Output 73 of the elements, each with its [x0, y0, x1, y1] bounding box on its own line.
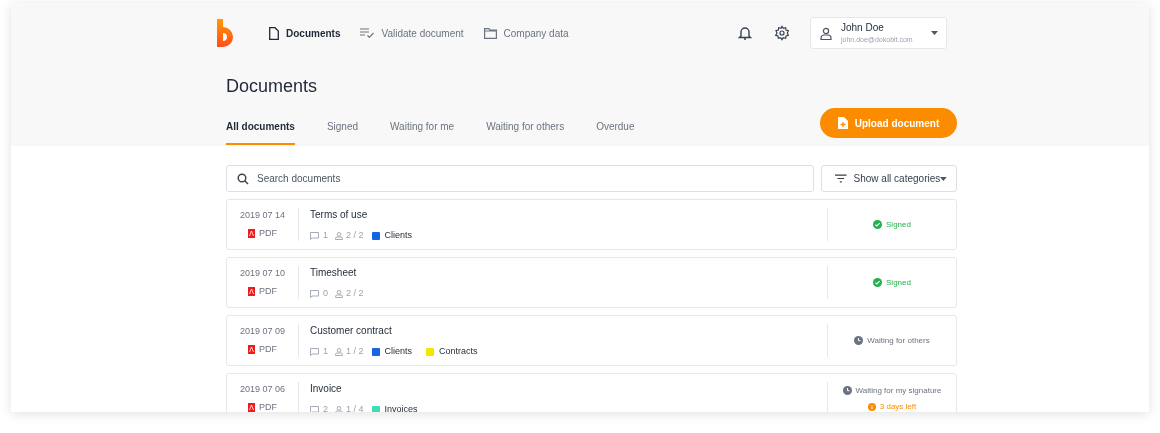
tab[interactable]: Waiting for me — [390, 109, 455, 145]
document-row[interactable]: 2019 07 06 PDF Invoice 2 1 / 4 Invoices Waiting for my signature 3 days left — [226, 373, 957, 412]
category-filter-dropdown[interactable]: Show all categories — [821, 165, 957, 192]
signer-count: 2 / 2 — [346, 286, 364, 300]
tab[interactable]: Signed — [326, 109, 359, 145]
document-title: Customer contract — [310, 323, 393, 338]
clock-icon — [854, 336, 864, 345]
tag-label: Clients — [384, 344, 413, 358]
document-row[interactable]: 2019 07 09 PDF Customer contract 1 1 / 2 Clients Contracts Waiting for others — [226, 315, 957, 366]
document-date: 2019 07 10 — [239, 266, 285, 280]
user-icon — [820, 26, 832, 40]
pdf-file-icon — [248, 287, 255, 297]
user-name: John Doe — [841, 23, 885, 33]
file-plus-icon — [837, 117, 848, 129]
tab[interactable]: All documents — [226, 109, 295, 145]
check-circle-icon — [873, 220, 883, 229]
document-row[interactable]: 2019 07 10 PDF Timesheet 0 2 / 2 Signed — [226, 257, 957, 308]
document-date: 2019 07 14 — [239, 208, 285, 222]
status-label: Waiting for my signature — [855, 384, 942, 397]
checklist-icon — [360, 28, 375, 38]
tag-label: Contracts — [439, 344, 478, 358]
deadline-note: 3 days left — [879, 400, 917, 412]
page-title: Documents — [226, 77, 319, 95]
folder-icon — [483, 27, 497, 39]
info-circle-icon — [867, 402, 876, 411]
file-type: PDF — [259, 343, 277, 356]
person-icon — [335, 231, 343, 240]
comment-count: 2 — [323, 402, 328, 412]
comment-icon — [310, 347, 319, 356]
document-date: 2019 07 09 — [239, 324, 285, 338]
filter-icon — [835, 174, 847, 183]
person-icon — [335, 289, 343, 298]
tag-label: Clients — [384, 228, 413, 242]
settings-icon[interactable] — [774, 25, 790, 41]
search-icon — [237, 173, 249, 185]
document-title: Timesheet — [310, 265, 358, 280]
pdf-file-icon — [248, 229, 255, 239]
tab[interactable]: Overdue — [596, 109, 635, 145]
person-icon — [335, 405, 343, 412]
document-icon — [269, 26, 279, 40]
comment-count: 1 — [323, 228, 328, 242]
nav-link[interactable]: Validate document — [360, 25, 464, 41]
caret-icon — [931, 31, 938, 35]
status-label: Waiting for others — [867, 334, 930, 347]
signer-count: 2 / 2 — [346, 228, 364, 242]
nav-link[interactable]: Documents — [269, 25, 341, 41]
comment-icon — [310, 405, 319, 412]
caret-icon — [940, 176, 947, 181]
status-label: Signed — [886, 276, 911, 289]
comment-icon — [310, 289, 319, 298]
document-title: Terms of use — [310, 207, 369, 222]
nav-link[interactable]: Company data — [483, 25, 569, 41]
check-circle-icon — [873, 278, 883, 287]
file-type: PDF — [259, 285, 277, 298]
document-date: 2019 07 06 — [239, 382, 285, 396]
comment-icon — [310, 231, 319, 240]
pdf-file-icon — [248, 345, 255, 355]
search-field[interactable]: Search documents — [226, 165, 814, 192]
file-type: PDF — [259, 227, 277, 240]
comment-count: 0 — [323, 286, 328, 300]
status-label: Signed — [886, 218, 911, 231]
file-type: PDF — [259, 401, 277, 412]
comment-count: 1 — [323, 344, 328, 358]
pdf-file-icon — [248, 403, 255, 412]
tag-label: Invoices — [384, 402, 418, 412]
document-row[interactable]: 2019 07 14 PDF Terms of use 1 2 / 2 Clients Signed — [226, 199, 957, 250]
notification-bell-icon[interactable] — [738, 25, 752, 41]
document-title: Invoice — [310, 381, 343, 396]
tab[interactable]: Waiting for others — [486, 109, 565, 145]
signer-count: 1 / 2 — [346, 344, 364, 358]
person-icon — [335, 347, 343, 356]
clock-icon — [842, 386, 852, 395]
signer-count: 1 / 4 — [346, 402, 364, 412]
